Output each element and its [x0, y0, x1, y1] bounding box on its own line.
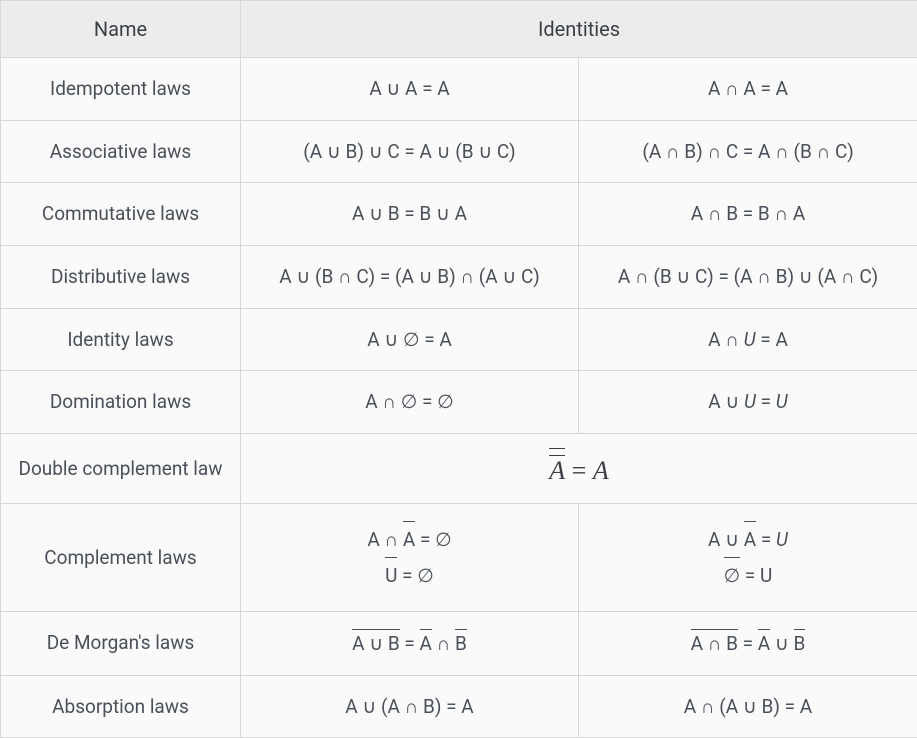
row-name: Distributive laws: [1, 245, 241, 308]
identity-cell: A ∩ A = A: [579, 58, 917, 121]
text: ∩: [432, 632, 455, 655]
row-double-complement: Double complement law A = A: [1, 433, 917, 504]
complement-a: A: [744, 522, 756, 557]
complement-a: A: [403, 522, 415, 557]
universal-set: U: [744, 390, 756, 413]
row-absorption: Absorption laws A ∪ (A ∩ B) = A A ∩ (A ∪…: [1, 675, 917, 738]
text: A ∩: [708, 328, 743, 351]
complement-u: U: [385, 558, 397, 593]
identity-cell: A ∩ (A ∪ B) = A: [579, 675, 917, 738]
complement-empty: ∅: [724, 558, 741, 593]
row-name: Complement laws: [1, 504, 241, 611]
identity-cell: A ∪ A = U ∅ = U: [579, 504, 917, 611]
text: =: [400, 632, 420, 655]
identity-cell: A ∩ A = ∅ U = ∅: [241, 504, 579, 611]
row-complement: Complement laws A ∩ A = ∅ U = ∅ A ∪ A = …: [1, 504, 917, 611]
identity-cell: A ∪ A = A: [241, 58, 579, 121]
row-associative: Associative laws (A ∪ B) ∪ C = A ∪ (B ∪ …: [1, 120, 917, 183]
text: = ∅: [415, 528, 451, 551]
text: ∪: [770, 632, 793, 655]
identity-cell: A ∩ U = A: [579, 308, 917, 371]
identity-cell: A ∪ B = A ∩ B: [241, 611, 579, 675]
identity-cell: A ∪ (B ∩ C) = (A ∪ B) ∩ (A ∪ C): [241, 245, 579, 308]
text: =: [756, 390, 776, 413]
identity-cell: A ∪ (A ∩ B) = A: [241, 675, 579, 738]
double-complement-a: A: [549, 452, 565, 484]
identity-cell: A ∩ ∅ = ∅: [241, 371, 579, 434]
row-name: Commutative laws: [1, 183, 241, 246]
identity-cell: A ∪ B = B ∪ A: [241, 183, 579, 246]
identity-cell: A ∪ ∅ = A: [241, 308, 579, 371]
identity-cell: (A ∪ B) ∪ C = A ∪ (B ∪ C): [241, 120, 579, 183]
complement-a-union-b: A ∪ B: [352, 630, 400, 657]
complement-b: B: [794, 630, 806, 657]
identity-cell: A = A: [241, 433, 917, 504]
text: A ∩: [367, 528, 402, 551]
row-commutative: Commutative laws A ∪ B = B ∪ A A ∩ B = B…: [1, 183, 917, 246]
header-identities: Identities: [241, 1, 917, 58]
set-identities-table: Name Identities Idempotent laws A ∪ A = …: [0, 0, 917, 738]
identity-cell: A ∩ B = B ∩ A: [579, 183, 917, 246]
text: =: [756, 528, 776, 551]
row-name: Absorption laws: [1, 675, 241, 738]
text: =: [565, 456, 593, 485]
identity-cell: A ∪ U = U: [579, 371, 917, 434]
row-name: Idempotent laws: [1, 58, 241, 121]
universal-set: U: [776, 528, 788, 551]
text: = A: [756, 328, 788, 351]
row-demorgan: De Morgan's laws A ∪ B = A ∩ B A ∩ B = A…: [1, 611, 917, 675]
row-name: Domination laws: [1, 371, 241, 434]
table-header-row: Name Identities: [1, 1, 917, 58]
identity-cell: (A ∩ B) ∩ C = A ∩ (B ∩ C): [579, 120, 917, 183]
row-name: Associative laws: [1, 120, 241, 183]
text: = ∅: [397, 564, 433, 587]
row-identity: Identity laws A ∪ ∅ = A A ∩ U = A: [1, 308, 917, 371]
row-domination: Domination laws A ∩ ∅ = ∅ A ∪ U = U: [1, 371, 917, 434]
row-name: Double complement law: [1, 433, 241, 504]
row-name: De Morgan's laws: [1, 611, 241, 675]
identity-cell: A ∩ (B ∪ C) = (A ∩ B) ∪ (A ∩ C): [579, 245, 917, 308]
text: = U: [740, 564, 772, 587]
header-name: Name: [1, 1, 241, 58]
row-idempotent: Idempotent laws A ∪ A = A A ∩ A = A: [1, 58, 917, 121]
complement-a: A: [420, 630, 432, 657]
text: A ∪: [708, 390, 744, 413]
universal-set: U: [744, 328, 756, 351]
text: A ∪: [708, 528, 744, 551]
set-a: A: [593, 456, 609, 485]
complement-a: A: [758, 630, 770, 657]
universal-set: U: [776, 390, 788, 413]
row-distributive: Distributive laws A ∪ (B ∩ C) = (A ∪ B) …: [1, 245, 917, 308]
complement-a-intersect-b: A ∩ B: [691, 630, 738, 657]
complement-b: B: [455, 630, 467, 657]
text: =: [738, 632, 758, 655]
row-name: Identity laws: [1, 308, 241, 371]
identity-cell: A ∩ B = A ∪ B: [579, 611, 917, 675]
